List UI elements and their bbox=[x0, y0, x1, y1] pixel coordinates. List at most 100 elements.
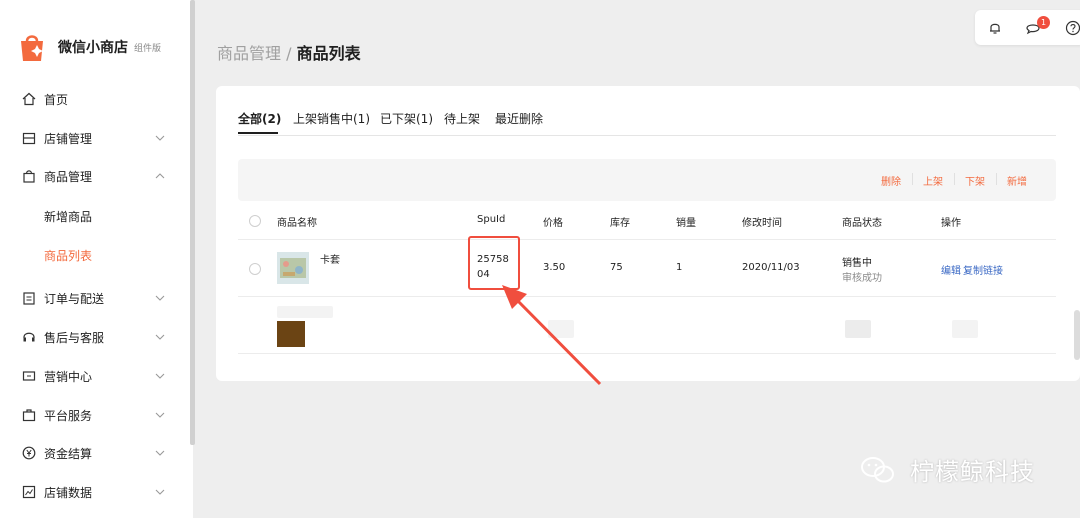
copy-link-button[interactable]: 复制链接 bbox=[963, 262, 1003, 277]
sidebar-item-label: 资金结算 bbox=[44, 446, 93, 461]
breadcrumb: 商品管理 / 商品列表 bbox=[217, 40, 361, 64]
select-all-checkbox[interactable] bbox=[249, 215, 261, 227]
chevron-down-icon bbox=[155, 412, 165, 418]
tab-delisted[interactable]: 已下架(1) bbox=[380, 110, 433, 127]
divider bbox=[912, 173, 913, 185]
sidebar-item-service[interactable]: 售后与客服 bbox=[0, 322, 190, 352]
watermark: 柠檬鲸科技 bbox=[860, 452, 1035, 487]
divider bbox=[238, 296, 1056, 297]
list-button[interactable]: 上架 bbox=[923, 173, 943, 188]
sidebar-item-label: 订单与配送 bbox=[44, 291, 105, 306]
redacted-block bbox=[548, 320, 574, 338]
sidebar-item-home[interactable]: 首页 bbox=[0, 84, 190, 114]
column-header-actions: 操作 bbox=[941, 218, 961, 229]
product-list-card: 全部(2) 上架销售中(1) 已下架(1) 待上架 最近删除 删除 上架 下架 … bbox=[216, 86, 1080, 381]
chevron-down-icon bbox=[155, 373, 165, 379]
headset-icon bbox=[23, 332, 35, 342]
sidebar-subitem-product-list[interactable]: 商品列表 bbox=[44, 247, 92, 264]
home-icon bbox=[22, 92, 36, 106]
divider bbox=[238, 239, 1056, 240]
breadcrumb-separator: / bbox=[286, 44, 292, 63]
modified-date: 2020/11/03 bbox=[742, 262, 800, 273]
sidebar-item-data[interactable]: 店铺数据 bbox=[0, 477, 190, 507]
sidebar-item-finance[interactable]: 资金结算 bbox=[0, 438, 190, 468]
redacted-block bbox=[277, 306, 333, 318]
divider bbox=[238, 353, 1056, 354]
delist-button[interactable]: 下架 bbox=[965, 173, 985, 188]
sidebar-item-products[interactable]: 商品管理 bbox=[0, 161, 190, 191]
shop-bag-logo-icon bbox=[21, 35, 43, 61]
ticket-icon bbox=[22, 371, 36, 381]
chevron-down-icon bbox=[155, 489, 165, 495]
divider bbox=[954, 173, 955, 185]
divider bbox=[996, 173, 997, 185]
clipboard-icon bbox=[23, 292, 35, 305]
bell-icon[interactable] bbox=[987, 20, 1003, 36]
sidebar: 微信小商店 组件版 首页 店铺管理 商品管理 新增商品 商品列表 订单与配送 售… bbox=[0, 0, 193, 518]
bulk-action-bar: 删除 上架 下架 新增 bbox=[238, 159, 1056, 201]
edit-link[interactable]: 编辑 bbox=[941, 262, 961, 277]
sidebar-item-label: 营销中心 bbox=[44, 369, 93, 384]
sidebar-item-label: 店铺管理 bbox=[44, 131, 93, 146]
chevron-down-icon bbox=[155, 135, 165, 141]
bag-icon bbox=[23, 170, 35, 183]
notification-badge: 1 bbox=[1037, 16, 1050, 29]
column-header-status: 商品状态 bbox=[842, 218, 882, 229]
add-button[interactable]: 新增 bbox=[1007, 173, 1027, 188]
row-select-checkbox[interactable] bbox=[249, 263, 261, 275]
column-header-name: 商品名称 bbox=[277, 218, 317, 229]
column-header-price: 价格 bbox=[543, 218, 563, 229]
price-value: 3.50 bbox=[543, 262, 566, 273]
sales-value: 1 bbox=[676, 262, 683, 273]
sidebar-item-marketing[interactable]: 营销中心 bbox=[0, 361, 190, 391]
page-scrollbar[interactable] bbox=[1074, 310, 1080, 360]
column-header-spuid: SpuId bbox=[477, 214, 506, 225]
column-header-stock: 库存 bbox=[610, 218, 630, 229]
chevron-down-icon bbox=[155, 334, 165, 340]
tab-all[interactable]: 全部(2) bbox=[238, 110, 281, 127]
delete-button[interactable]: 删除 bbox=[881, 173, 901, 188]
header-actions: 1 bbox=[975, 10, 1080, 45]
product-thumbnail[interactable] bbox=[277, 252, 309, 284]
product-name[interactable]: 卡套 bbox=[320, 251, 340, 266]
sidebar-item-label: 售后与客服 bbox=[44, 330, 105, 345]
store-icon bbox=[22, 132, 36, 145]
briefcase-icon bbox=[22, 409, 36, 422]
breadcrumb-current: 商品列表 bbox=[296, 44, 361, 63]
column-header-modified: 修改时间 bbox=[742, 218, 782, 229]
redacted-block bbox=[952, 320, 978, 338]
brand[interactable]: 微信小商店 组件版 bbox=[18, 32, 161, 62]
sidebar-item-label: 店铺数据 bbox=[44, 485, 93, 500]
sidebar-subitem-add-product[interactable]: 新增商品 bbox=[44, 208, 92, 225]
stock-value: 75 bbox=[610, 262, 623, 273]
tab-divider bbox=[238, 135, 1056, 136]
brand-edition: 组件版 bbox=[134, 43, 162, 54]
help-icon[interactable] bbox=[1065, 20, 1080, 36]
chart-icon bbox=[22, 485, 36, 499]
tab-pending[interactable]: 待上架 bbox=[444, 110, 480, 127]
wechat-icon bbox=[861, 456, 894, 482]
column-header-sales: 销量 bbox=[676, 218, 696, 229]
tab-on-sale[interactable]: 上架销售中(1) bbox=[293, 110, 370, 127]
brand-name: 微信小商店 bbox=[58, 40, 128, 56]
sidebar-scrollbar[interactable] bbox=[190, 0, 195, 445]
chevron-down-icon bbox=[155, 295, 165, 301]
audit-status: 审核成功 bbox=[842, 273, 882, 284]
sidebar-item-label: 首页 bbox=[44, 92, 69, 107]
yen-coin-icon bbox=[22, 446, 36, 460]
redacted-block bbox=[845, 320, 871, 338]
watermark-text: 柠檬鲸科技 bbox=[910, 458, 1035, 486]
product-thumbnail[interactable] bbox=[277, 321, 305, 347]
spuid-highlight-box bbox=[468, 236, 520, 290]
chevron-down-icon bbox=[155, 450, 165, 456]
breadcrumb-parent[interactable]: 商品管理 bbox=[217, 44, 281, 63]
sidebar-item-label: 商品管理 bbox=[44, 169, 93, 184]
sidebar-item-platform[interactable]: 平台服务 bbox=[0, 400, 190, 430]
sidebar-item-label: 平台服务 bbox=[44, 408, 93, 423]
status-text: 销售中 bbox=[842, 258, 872, 269]
sidebar-item-store[interactable]: 店铺管理 bbox=[0, 123, 190, 153]
tab-recently-deleted[interactable]: 最近删除 bbox=[495, 110, 543, 127]
active-tab-indicator bbox=[238, 132, 278, 134]
chevron-up-icon bbox=[155, 173, 165, 179]
sidebar-item-orders[interactable]: 订单与配送 bbox=[0, 283, 190, 313]
